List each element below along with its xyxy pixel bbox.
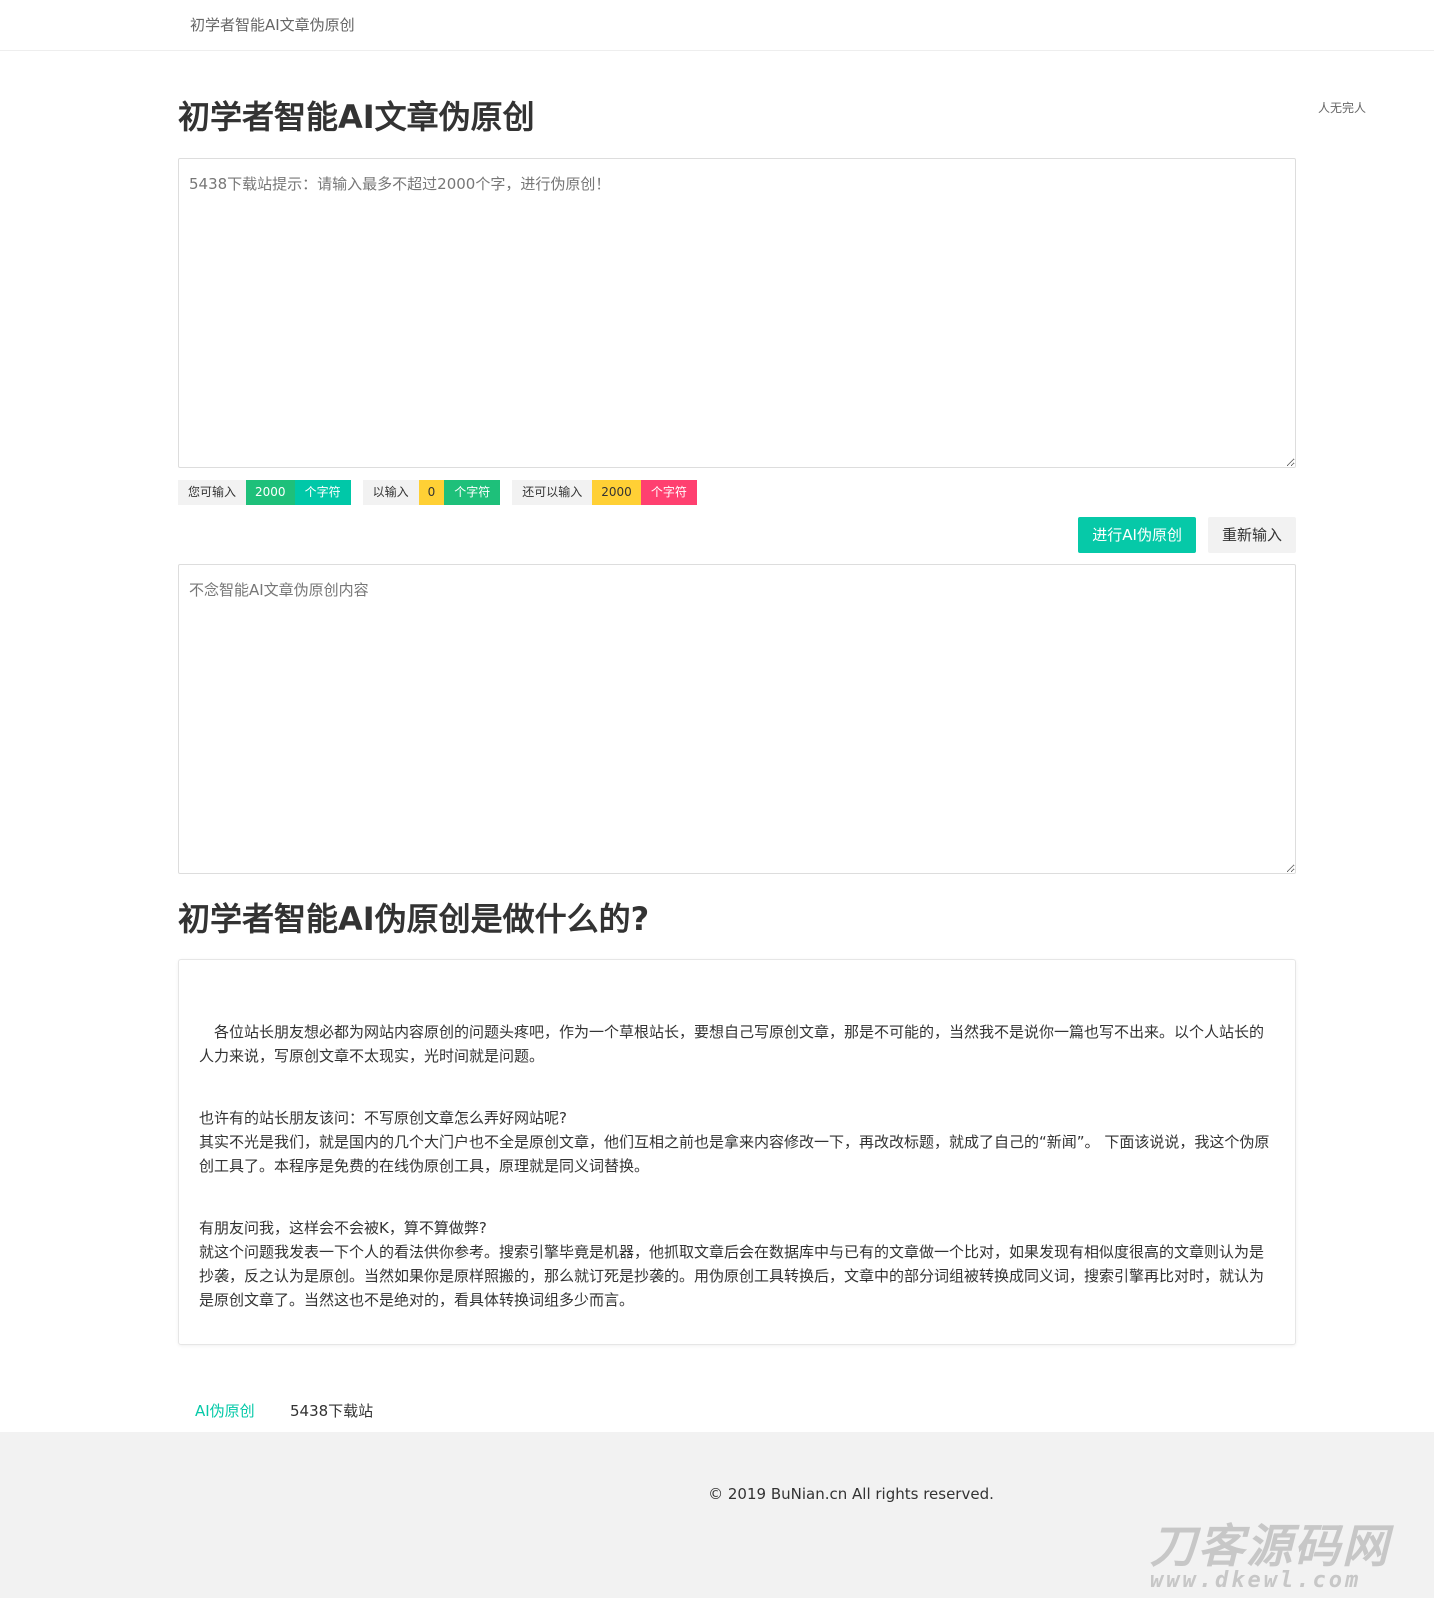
watermark-logo: 刀客源码网 www.dkewl.com [1150, 1522, 1420, 1592]
about-paragraph-1: 各位站长朋友想必都为网站内容原创的问题头疼吧，作为一个草根站长，要想自己写原创文… [199, 1023, 1265, 1065]
watermark-main-text: 刀客源码网 [1150, 1519, 1390, 1573]
page-title: 初学者智能AI文章伪原创 [178, 98, 535, 136]
copyright: © 2019 BuNian.cn All rights reserved. [708, 1485, 994, 1503]
about-title: 初学者智能AI伪原创是做什么的? [178, 900, 650, 938]
footer-link-ai-rewrite[interactable]: AI伪原创 [195, 1400, 255, 1421]
source-text-input[interactable] [178, 158, 1296, 468]
counter-entered-unit: 个字符 [444, 480, 501, 505]
counter-max-value: 2000 [246, 480, 295, 505]
top-navbar: 初学者智能AI文章伪原创 [0, 0, 1434, 51]
brand-link[interactable]: 初学者智能AI文章伪原创 [190, 14, 355, 35]
footer-link-5438[interactable]: 5438下载站 [290, 1400, 373, 1421]
counter-remaining-label: 还可以输入 [512, 480, 593, 505]
side-note: 人无完人 [1318, 101, 1367, 115]
char-counters: 您可输入 2000 个字符 以输入 0 个字符 还可以输入 2000 个字符 [178, 480, 697, 505]
counter-remaining-unit: 个字符 [640, 480, 697, 505]
about-card: 各位站长朋友想必都为网站内容原创的问题头疼吧，作为一个草根站长，要想自己写原创文… [178, 959, 1296, 1345]
reset-button[interactable]: 重新输入 [1207, 517, 1296, 553]
counter-remaining: 还可以输入 2000 个字符 [512, 480, 697, 505]
watermark-sub-text: www.dkewl.com [1150, 1568, 1362, 1593]
counter-entered-label: 以输入 [362, 480, 419, 505]
counter-remaining-value: 2000 [592, 480, 641, 505]
counter-max-unit: 个字符 [294, 480, 351, 505]
action-buttons: 进行AI伪原创 重新输入 [1078, 517, 1296, 553]
footer-links: AI伪原创 5438下载站 [0, 1400, 1434, 1430]
counter-entered: 以输入 0 个字符 [362, 480, 501, 505]
about-paragraph-2: 也许有的站长朋友该问：不写原创文章怎么弄好网站呢? 其实不光是我们，就是国内的几… [199, 1109, 1270, 1175]
rewritten-text-output[interactable] [178, 564, 1296, 874]
main-container: 初学者智能AI文章伪原创 您可输入 2000 个字符 以输入 0 个字符 还可以… [178, 51, 1296, 1345]
rewrite-button[interactable]: 进行AI伪原创 [1078, 517, 1196, 553]
counter-max-label: 您可输入 [178, 480, 247, 505]
counter-max: 您可输入 2000 个字符 [178, 480, 351, 505]
about-paragraph-3: 有朋友问我，这样会不会被K，算不算做弊? 就这个问题我发表一下个人的看法供你参考… [199, 1219, 1265, 1309]
counter-entered-value: 0 [418, 480, 445, 505]
